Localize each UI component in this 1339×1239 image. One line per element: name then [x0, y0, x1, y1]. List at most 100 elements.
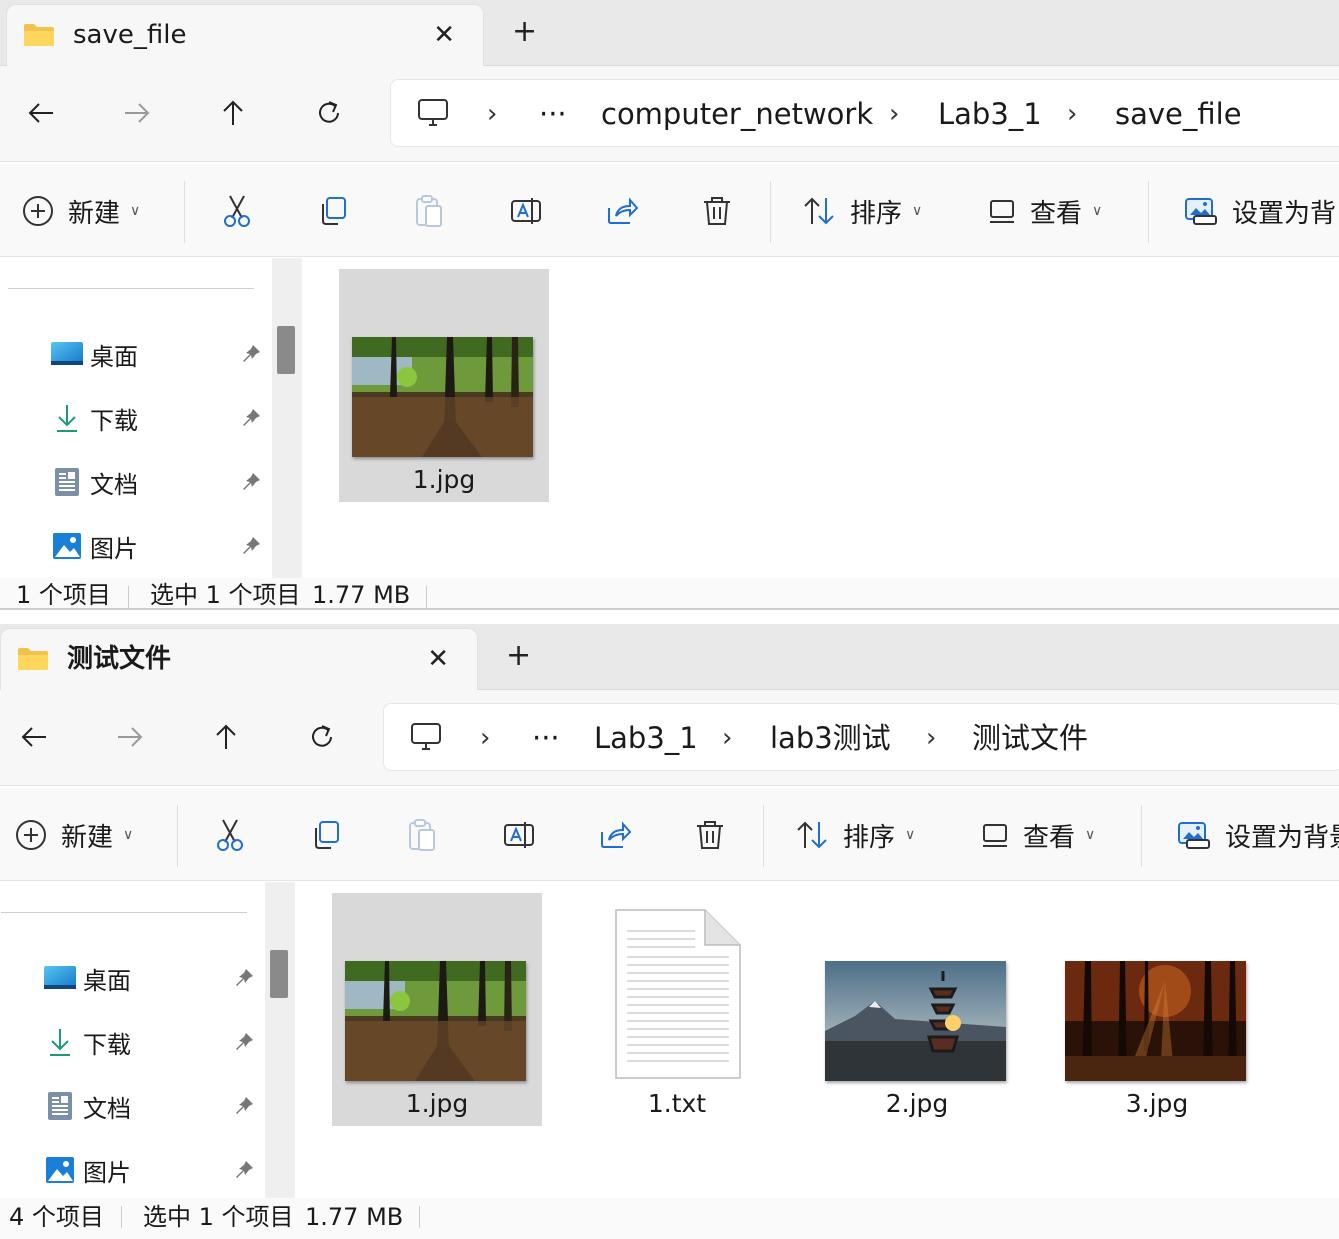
pin-icon[interactable]	[240, 535, 262, 557]
view-icon	[983, 824, 1007, 847]
divider	[177, 805, 178, 867]
back-button[interactable]	[19, 722, 49, 752]
chevron-right-icon[interactable]: ›	[487, 97, 497, 131]
tab-test-files[interactable]: 测试文件 ✕	[0, 628, 478, 690]
chevron-right-icon[interactable]: ›	[926, 721, 936, 755]
chevron-down-icon: ∨	[1085, 827, 1096, 843]
sidebar-item-documents[interactable]: 文档	[50, 462, 270, 502]
address-bar[interactable]: › ··· Lab3_1 › lab3测试 › 测试文件	[383, 703, 1339, 771]
breadcrumb-item[interactable]: 测试文件	[972, 721, 1088, 755]
address-bar[interactable]: › ··· computer_network › Lab3_1 › save_f…	[390, 79, 1339, 147]
pin-icon[interactable]	[233, 967, 255, 989]
copy-button[interactable]	[311, 815, 341, 855]
cut-button[interactable]	[222, 191, 252, 231]
breadcrumb-item[interactable]: Lab3_1	[594, 721, 698, 755]
divider	[426, 586, 427, 608]
scrollbar[interactable]	[272, 258, 302, 578]
sort-button[interactable]: 排序 ∨	[795, 815, 915, 855]
arrow-right-icon	[118, 727, 143, 747]
sidebar-item-downloads[interactable]: 下载	[50, 398, 270, 438]
pin-icon[interactable]	[240, 407, 262, 429]
chevron-right-icon[interactable]: ›	[722, 721, 732, 755]
chevron-right-icon[interactable]: ›	[889, 97, 899, 131]
close-icon[interactable]: ✕	[433, 19, 455, 51]
new-button[interactable]: 新建 ∨	[22, 191, 140, 231]
breadcrumb-item[interactable]: Lab3_1	[938, 97, 1042, 131]
set-background-button[interactable]: 设置为背	[1184, 191, 1336, 231]
command-bar: 新建 ∨ 排序 ∨ 查看 ∨ 设置为背	[0, 787, 1339, 881]
cut-button[interactable]	[215, 815, 245, 855]
pin-icon[interactable]	[233, 1031, 255, 1053]
view-button[interactable]: 查看 ∨	[981, 815, 1095, 855]
divider	[128, 586, 129, 608]
share-button[interactable]	[606, 191, 638, 231]
close-icon[interactable]: ✕	[427, 643, 449, 675]
breadcrumb-item[interactable]: save_file	[1115, 97, 1242, 131]
pin-icon[interactable]	[233, 1095, 255, 1117]
new-tab-button[interactable]: +	[506, 640, 531, 672]
file-item[interactable]: 1.jpg	[339, 269, 549, 502]
chevron-right-icon[interactable]: ›	[480, 721, 490, 755]
file-name: 1.jpg	[412, 465, 476, 494]
delete-button[interactable]	[702, 191, 732, 231]
refresh-button[interactable]	[314, 98, 344, 128]
breadcrumb-item[interactable]: computer_network	[601, 97, 873, 131]
up-button[interactable]	[218, 98, 248, 128]
sort-button[interactable]: 排序 ∨	[802, 191, 922, 231]
paste-button[interactable]	[414, 191, 444, 231]
file-item[interactable]: 1.jpg	[332, 893, 542, 1126]
sidebar-item-pictures[interactable]: 图片	[43, 1150, 263, 1190]
status-bar: 1 个项目 选中 1 个项目 1.77 MB	[0, 578, 1339, 610]
sidebar-item-label: 文档	[90, 470, 138, 499]
rename-button[interactable]	[503, 815, 535, 855]
delete-button[interactable]	[695, 815, 725, 855]
sidebar-item-downloads[interactable]: 下载	[43, 1022, 263, 1062]
divider	[121, 1206, 122, 1228]
set-background-button[interactable]: 设置为背景	[1177, 815, 1339, 855]
window-gap	[0, 610, 1339, 624]
sort-label: 排序	[843, 822, 896, 853]
file-item[interactable]: 3.jpg	[1052, 893, 1262, 1126]
chevron-right-icon[interactable]: ›	[1067, 97, 1077, 131]
rename-button[interactable]	[510, 191, 542, 231]
divider	[419, 1206, 420, 1228]
folder-icon	[18, 648, 48, 670]
sidebar-item-desktop[interactable]: 桌面	[50, 334, 270, 374]
paste-icon	[409, 819, 435, 851]
pin-icon[interactable]	[240, 471, 262, 493]
tab-bar: 测试文件 ✕ +	[0, 624, 1339, 690]
paste-button[interactable]	[407, 815, 437, 855]
sidebar-item-documents[interactable]: 文档	[43, 1086, 263, 1126]
sidebar-item-desktop[interactable]: 桌面	[43, 958, 263, 998]
forward-button[interactable]	[115, 722, 145, 752]
computer-icon	[418, 99, 448, 126]
view-label: 查看	[1030, 198, 1083, 229]
scissors-icon	[224, 195, 250, 227]
back-button[interactable]	[26, 98, 56, 128]
file-list: 1.jpg	[304, 258, 1339, 578]
copy-button[interactable]	[318, 191, 348, 231]
breadcrumb-item[interactable]: lab3测试	[770, 721, 891, 755]
scrollbar-thumb[interactable]	[277, 326, 295, 374]
pin-icon[interactable]	[240, 343, 262, 365]
refresh-button[interactable]	[307, 722, 337, 752]
scrollbar-thumb[interactable]	[270, 950, 288, 998]
up-button[interactable]	[211, 722, 241, 752]
tab-save-file[interactable]: save_file ✕	[6, 4, 484, 66]
selection-size: 1.77 MB	[312, 581, 411, 609]
breadcrumb-ellipsis[interactable]: ···	[539, 97, 567, 131]
set-background-label: 设置为背	[1232, 198, 1337, 229]
file-item[interactable]: 1.txt	[572, 893, 782, 1126]
view-button[interactable]: 查看 ∨	[988, 191, 1102, 231]
breadcrumb-ellipsis[interactable]: ···	[532, 721, 560, 755]
new-button[interactable]: 新建 ∨	[15, 815, 133, 855]
plus-circle-icon	[16, 820, 46, 850]
file-item[interactable]: 2.jpg	[812, 893, 1022, 1126]
sidebar-item-pictures[interactable]: 图片	[50, 526, 270, 566]
share-button[interactable]	[599, 815, 631, 855]
forward-button[interactable]	[122, 98, 152, 128]
scrollbar[interactable]	[265, 882, 295, 1198]
pin-icon[interactable]	[233, 1159, 255, 1181]
rename-icon	[511, 198, 541, 224]
new-tab-button[interactable]: +	[512, 16, 537, 48]
